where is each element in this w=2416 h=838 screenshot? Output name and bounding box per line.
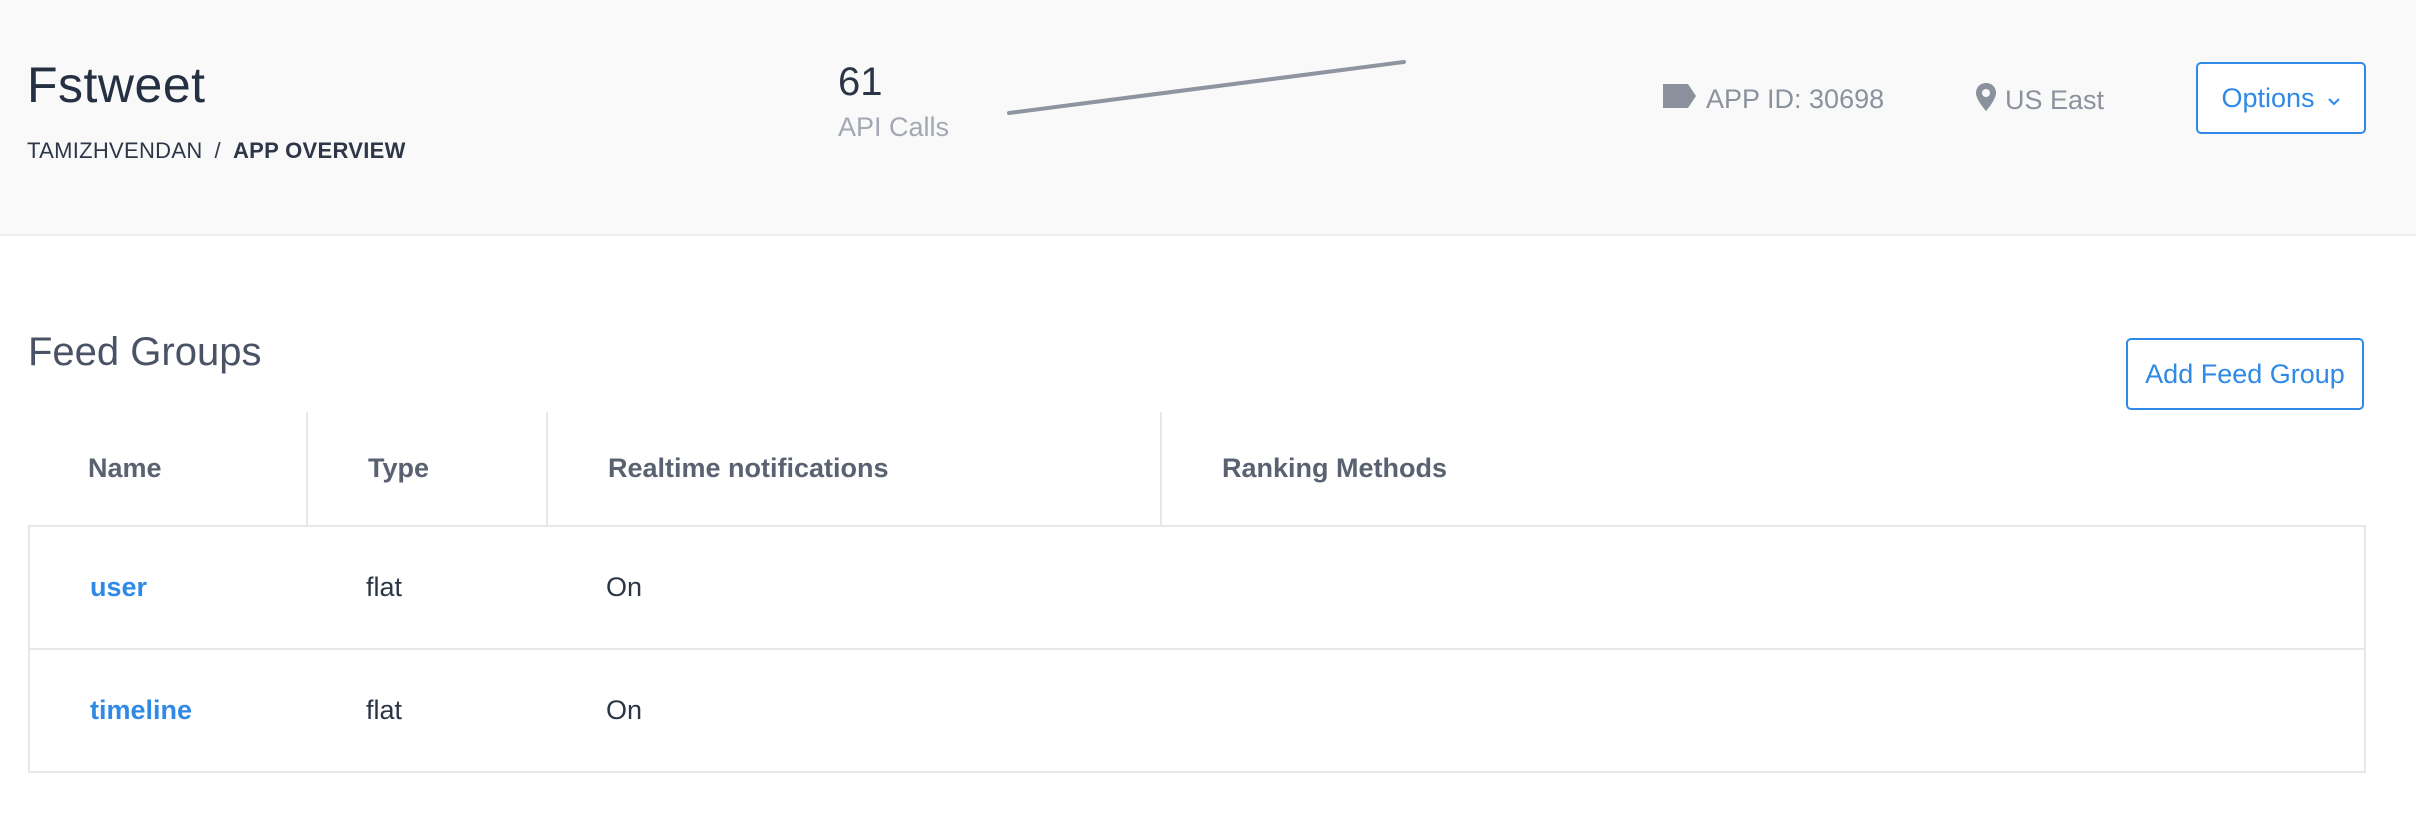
table-row: user flat On bbox=[30, 527, 2364, 648]
feed-group-type: flat bbox=[366, 572, 403, 602]
options-label: Options bbox=[2221, 82, 2315, 113]
column-header-ranking[interactable]: Ranking Methods bbox=[1162, 412, 1762, 525]
breadcrumb-current: APP OVERVIEW bbox=[232, 138, 406, 163]
app-id-text: APP ID: 30698 bbox=[1706, 84, 1885, 114]
map-pin-icon bbox=[1975, 82, 1997, 119]
table-row: timeline flat On bbox=[30, 648, 2364, 771]
feed-group-realtime: On bbox=[606, 695, 643, 725]
tag-icon bbox=[1660, 82, 1698, 117]
region-text: US East bbox=[2005, 85, 2105, 115]
column-header-type[interactable]: Type bbox=[308, 412, 548, 525]
add-feed-group-button[interactable]: Add Feed Group bbox=[2126, 338, 2364, 410]
feed-group-name-link[interactable]: user bbox=[90, 527, 147, 648]
column-header-realtime[interactable]: Realtime notifications bbox=[548, 412, 1162, 525]
chevron-down-icon bbox=[2327, 83, 2341, 114]
api-calls-value: 61 bbox=[838, 60, 883, 104]
table-header: Name Type Realtime notifications Ranking… bbox=[28, 412, 2366, 525]
sparkline-line bbox=[1007, 60, 1406, 115]
feed-groups-table: Name Type Realtime notifications Ranking… bbox=[28, 412, 2366, 773]
column-header-name[interactable]: Name bbox=[28, 412, 308, 525]
feed-group-type: flat bbox=[366, 695, 403, 725]
region: US East bbox=[1975, 82, 2104, 119]
api-calls-label: API Calls bbox=[838, 112, 950, 142]
app-title: Fstweet bbox=[27, 57, 206, 113]
feed-groups-title: Feed Groups bbox=[28, 330, 262, 374]
api-calls-sparkline bbox=[1007, 60, 1406, 115]
breadcrumb: TAMIZHVENDAN / APP OVERVIEW bbox=[27, 138, 406, 164]
app-id: APP ID: 30698 bbox=[1660, 82, 1884, 117]
breadcrumb-separator: / bbox=[214, 138, 221, 163]
feed-group-realtime: On bbox=[606, 572, 643, 602]
feed-group-name-link[interactable]: timeline bbox=[90, 650, 192, 771]
breadcrumb-owner[interactable]: TAMIZHVENDAN bbox=[27, 138, 203, 163]
options-button[interactable]: Options bbox=[2196, 62, 2366, 134]
app-header: Fstweet TAMIZHVENDAN / APP OVERVIEW 61 API… bbox=[0, 0, 2416, 236]
table-body: user flat On timeline flat On bbox=[28, 525, 2366, 773]
